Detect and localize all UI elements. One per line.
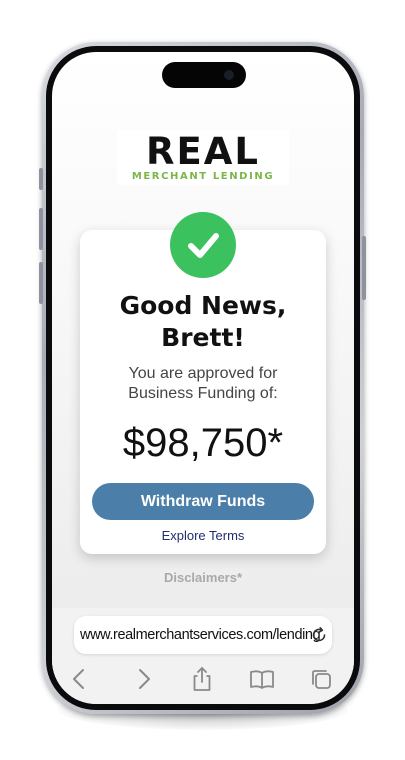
dynamic-island xyxy=(162,62,246,88)
share-icon[interactable] xyxy=(189,666,215,692)
logo-tagline: MERCHANT LENDING xyxy=(131,171,275,182)
approval-headline: Good News, Brett! xyxy=(80,290,326,354)
approval-card: Good News, Brett! You are approved for B… xyxy=(80,212,326,554)
approval-message: You are approved for Business Funding of… xyxy=(80,364,326,404)
back-icon[interactable] xyxy=(67,666,93,692)
forward-icon[interactable] xyxy=(130,666,156,692)
funding-amount: $98,750* xyxy=(122,421,284,465)
tabs-icon[interactable] xyxy=(308,666,334,692)
explore-terms-link[interactable]: Explore Terms xyxy=(80,528,326,543)
volume-down-button xyxy=(39,262,43,304)
browser-bottom-bar: www.realmerchantservices.com/lending xyxy=(52,608,354,704)
headline-line-2: Brett! xyxy=(161,323,245,352)
power-button xyxy=(362,236,366,300)
reload-icon[interactable] xyxy=(310,626,328,644)
phone-screen: REAL MERCHANT LENDING Good News, Brett! … xyxy=(52,52,354,704)
logo-wordmark: REAL xyxy=(146,130,260,173)
real-merchant-lending-logo: REAL MERCHANT LENDING xyxy=(117,130,289,185)
url-text: www.realmerchantservices.com/lending xyxy=(80,627,321,643)
disclaimers-link[interactable]: Disclaimers* xyxy=(52,570,354,585)
headline-line-1: Good News, xyxy=(119,291,287,320)
approval-message-line-1: You are approved for xyxy=(128,365,278,382)
checkmark-icon xyxy=(170,212,236,278)
volume-up-button xyxy=(39,208,43,250)
approval-message-line-2: Business Funding of: xyxy=(128,385,278,402)
withdraw-funds-button[interactable]: Withdraw Funds xyxy=(92,483,314,520)
address-bar[interactable]: www.realmerchantservices.com/lending xyxy=(74,616,332,654)
action-button xyxy=(39,168,43,190)
front-camera xyxy=(224,70,234,80)
bookmarks-icon[interactable] xyxy=(249,666,275,692)
